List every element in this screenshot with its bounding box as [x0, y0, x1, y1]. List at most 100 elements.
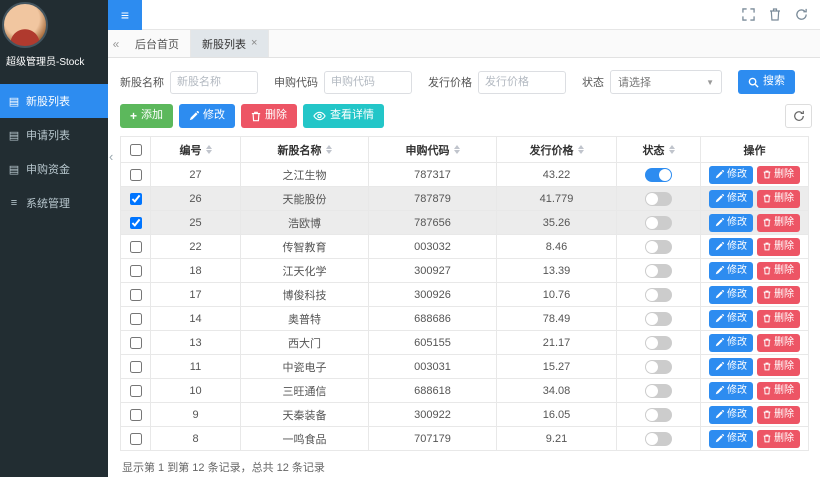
- row-delete-button[interactable]: 删除: [757, 382, 800, 400]
- table-refresh-button[interactable]: [785, 104, 812, 128]
- file-icon: ▤: [8, 163, 20, 176]
- trash-icon: [763, 218, 771, 227]
- status-toggle[interactable]: [645, 264, 672, 278]
- edit-button[interactable]: 修改: [179, 104, 235, 127]
- sidebar-item-apply-list[interactable]: ▤申请列表: [0, 118, 108, 152]
- status-toggle[interactable]: [645, 168, 672, 182]
- view-detail-button[interactable]: 查看详情: [303, 104, 384, 127]
- row-edit-button[interactable]: 修改: [709, 334, 753, 352]
- row-checkbox[interactable]: [130, 313, 142, 325]
- tab-close-icon[interactable]: ×: [251, 38, 257, 49]
- trash-icon: [763, 410, 771, 419]
- tab-scroll-left-icon[interactable]: «: [108, 30, 124, 57]
- row-delete-button[interactable]: 删除: [757, 166, 800, 184]
- name-filter-input[interactable]: [170, 71, 258, 94]
- sidebar-item-stock-list[interactable]: ▤新股列表: [0, 84, 108, 118]
- sidebar-item-system[interactable]: ≡系统管理: [0, 186, 108, 220]
- cell-stock-name: 一鸣食品: [241, 427, 369, 451]
- row-checkbox[interactable]: [130, 169, 142, 181]
- column-header[interactable]: 发行价格: [497, 137, 617, 163]
- search-button[interactable]: 搜索: [738, 70, 795, 93]
- row-delete-button[interactable]: 删除: [757, 430, 800, 448]
- status-toggle[interactable]: [645, 432, 672, 446]
- sort-icon[interactable]: [206, 145, 212, 154]
- row-edit-button[interactable]: 修改: [709, 214, 753, 232]
- row-delete-label: 删除: [774, 193, 794, 205]
- row-edit-button[interactable]: 修改: [709, 430, 753, 448]
- cell-id: 17: [151, 283, 241, 307]
- status-toggle[interactable]: [645, 312, 672, 326]
- fullscreen-button[interactable]: [742, 8, 755, 21]
- row-checkbox[interactable]: [130, 265, 142, 277]
- row-delete-button[interactable]: 删除: [757, 310, 800, 328]
- row-delete-button[interactable]: 删除: [757, 334, 800, 352]
- row-delete-label: 删除: [774, 169, 794, 181]
- row-edit-button[interactable]: 修改: [709, 406, 753, 424]
- row-checkbox[interactable]: [130, 409, 142, 421]
- status-toggle[interactable]: [645, 288, 672, 302]
- row-edit-button[interactable]: 修改: [709, 310, 753, 328]
- filter-bar: 新股名称 申购代码 发行价格 状态 请选择 ▼: [120, 70, 808, 94]
- tab-home[interactable]: 后台首页: [124, 30, 191, 57]
- row-edit-button[interactable]: 修改: [709, 166, 753, 184]
- column-header[interactable]: 状态: [617, 137, 701, 163]
- row-checkbox[interactable]: [130, 289, 142, 301]
- row-delete-button[interactable]: 删除: [757, 286, 800, 304]
- sort-icon[interactable]: [326, 145, 332, 154]
- refresh-button[interactable]: [795, 8, 808, 21]
- trash-icon: [763, 194, 771, 203]
- price-filter-input[interactable]: [478, 71, 566, 94]
- column-header[interactable]: 申购代码: [369, 137, 497, 163]
- row-checkbox[interactable]: [130, 193, 142, 205]
- table-row: 9天秦装备30092216.05修改删除: [121, 403, 809, 427]
- sidebar-item-funds[interactable]: ▤ 申购资金: [0, 152, 108, 186]
- row-edit-button[interactable]: 修改: [709, 358, 753, 376]
- status-select[interactable]: 请选择 ▼: [610, 70, 722, 94]
- row-edit-button[interactable]: 修改: [709, 238, 753, 256]
- row-edit-button[interactable]: 修改: [709, 286, 753, 304]
- select-all-checkbox[interactable]: [130, 144, 142, 156]
- menu-toggle-button[interactable]: ≡: [108, 0, 142, 30]
- add-button[interactable]: + 添加: [120, 104, 173, 127]
- row-delete-button[interactable]: 删除: [757, 190, 800, 208]
- row-checkbox[interactable]: [130, 361, 142, 373]
- cell-issue-price: 21.17: [497, 331, 617, 355]
- delete-button[interactable]: 删除: [241, 104, 297, 127]
- row-delete-button[interactable]: 删除: [757, 214, 800, 232]
- sort-icon[interactable]: [669, 145, 675, 154]
- row-delete-button[interactable]: 删除: [757, 406, 800, 424]
- row-edit-button[interactable]: 修改: [709, 190, 753, 208]
- status-toggle[interactable]: [645, 336, 672, 350]
- sidebar-collapse-handle[interactable]: ‹: [109, 150, 113, 163]
- status-toggle[interactable]: [645, 240, 672, 254]
- trash-icon: [763, 434, 771, 443]
- status-toggle[interactable]: [645, 360, 672, 374]
- row-checkbox[interactable]: [130, 337, 142, 349]
- cell-id: 25: [151, 211, 241, 235]
- sidebar-item-label: 申购资金: [26, 161, 70, 177]
- sort-icon[interactable]: [578, 145, 584, 154]
- row-checkbox[interactable]: [130, 241, 142, 253]
- code-filter-input[interactable]: [324, 71, 412, 94]
- tab-stock-list[interactable]: 新股列表×: [191, 30, 269, 57]
- column-header[interactable]: 编号: [151, 137, 241, 163]
- row-edit-button[interactable]: 修改: [709, 382, 753, 400]
- status-toggle[interactable]: [645, 384, 672, 398]
- status-toggle[interactable]: [645, 408, 672, 422]
- search-icon: [748, 77, 759, 88]
- trash-button[interactable]: [769, 8, 781, 21]
- row-checkbox[interactable]: [130, 217, 142, 229]
- sort-icon[interactable]: [454, 145, 460, 154]
- chevron-down-icon: ▼: [706, 78, 714, 87]
- row-delete-button[interactable]: 删除: [757, 262, 800, 280]
- row-checkbox[interactable]: [130, 433, 142, 445]
- row-checkbox[interactable]: [130, 385, 142, 397]
- pencil-icon: [715, 170, 724, 179]
- status-toggle[interactable]: [645, 216, 672, 230]
- status-toggle[interactable]: [645, 192, 672, 206]
- row-edit-button[interactable]: 修改: [709, 262, 753, 280]
- row-delete-button[interactable]: 删除: [757, 358, 800, 376]
- row-delete-button[interactable]: 删除: [757, 238, 800, 256]
- sidebar: 超级管理员-Stock ▤新股列表▤申请列表▤申购资金≡系统管理: [0, 0, 108, 477]
- column-header[interactable]: 新股名称: [241, 137, 369, 163]
